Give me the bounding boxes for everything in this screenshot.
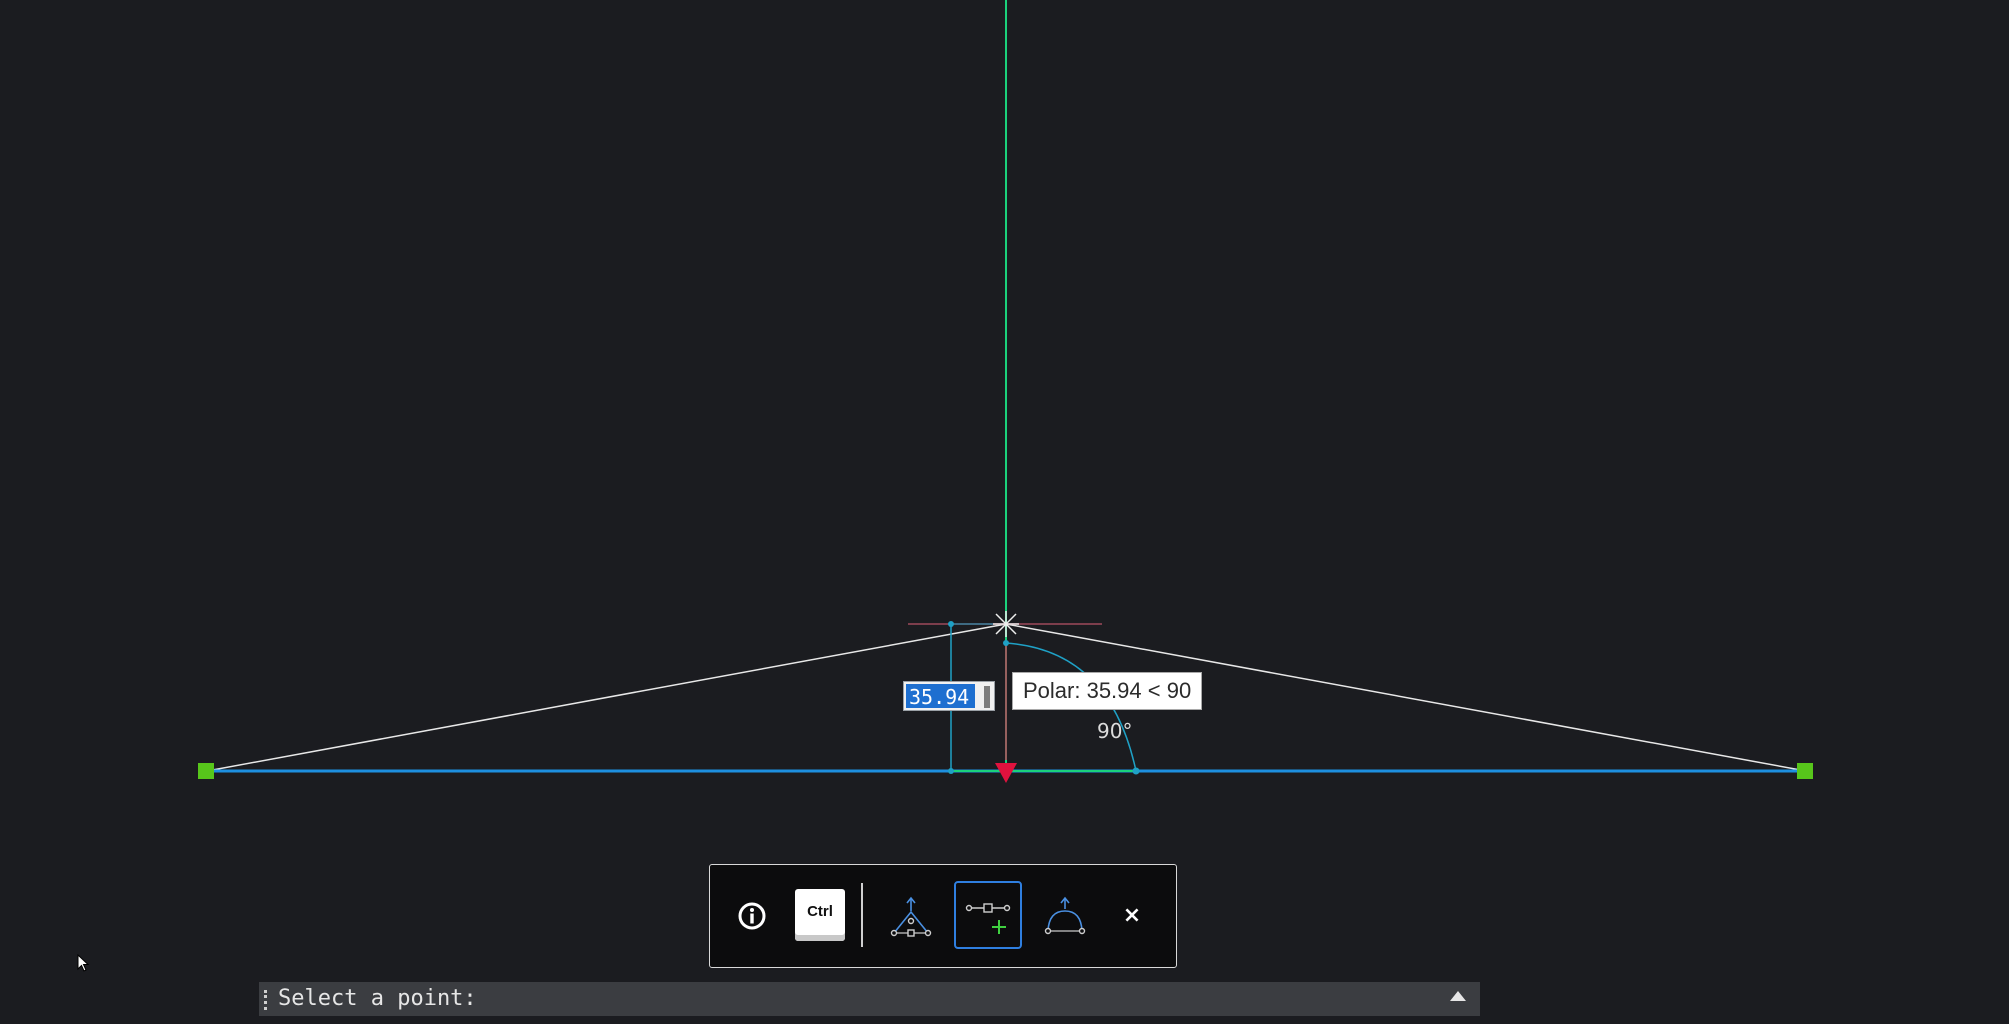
command-line[interactable]: Select a point: xyxy=(259,982,1480,1016)
toolbar-separator xyxy=(861,883,863,947)
triangle-up-icon[interactable] xyxy=(1450,991,1466,1001)
command-prompt: Select a point: xyxy=(278,982,477,1016)
cursor-star-icon xyxy=(993,611,1019,637)
angle-arc-start xyxy=(1003,640,1009,646)
angle-label: 90° xyxy=(1097,719,1132,743)
close-toolbar-button[interactable]: × xyxy=(1112,895,1152,935)
endpoint-grip-right[interactable] xyxy=(1797,763,1813,779)
dimension-tick-bottom xyxy=(948,768,954,774)
mouse-pointer-icon xyxy=(77,954,91,974)
polar-tooltip: Polar: 35.94 < 90 xyxy=(1012,672,1202,710)
dimension-tick-top xyxy=(948,621,954,627)
midpoint-marker-icon[interactable] xyxy=(995,763,1017,783)
ctrl-key-button[interactable]: Ctrl xyxy=(795,889,845,941)
angle-arc-end xyxy=(1133,768,1140,775)
dynamic-input-value[interactable]: 35.94 xyxy=(906,684,975,708)
grip-move-vertex-icon[interactable] xyxy=(882,889,940,945)
command-line-grip-icon[interactable] xyxy=(264,990,267,1010)
info-circle-icon[interactable] xyxy=(732,896,772,936)
rubberband-line-left xyxy=(207,624,1006,771)
input-caret xyxy=(984,686,990,708)
grip-add-vertex-icon[interactable] xyxy=(954,881,1022,949)
endpoint-grip-left[interactable] xyxy=(198,763,214,779)
grip-toolbar: Ctrl × xyxy=(709,864,1177,968)
grip-convert-to-arc-icon[interactable] xyxy=(1036,889,1094,945)
dynamic-input-field[interactable]: 35.94 xyxy=(903,681,995,711)
